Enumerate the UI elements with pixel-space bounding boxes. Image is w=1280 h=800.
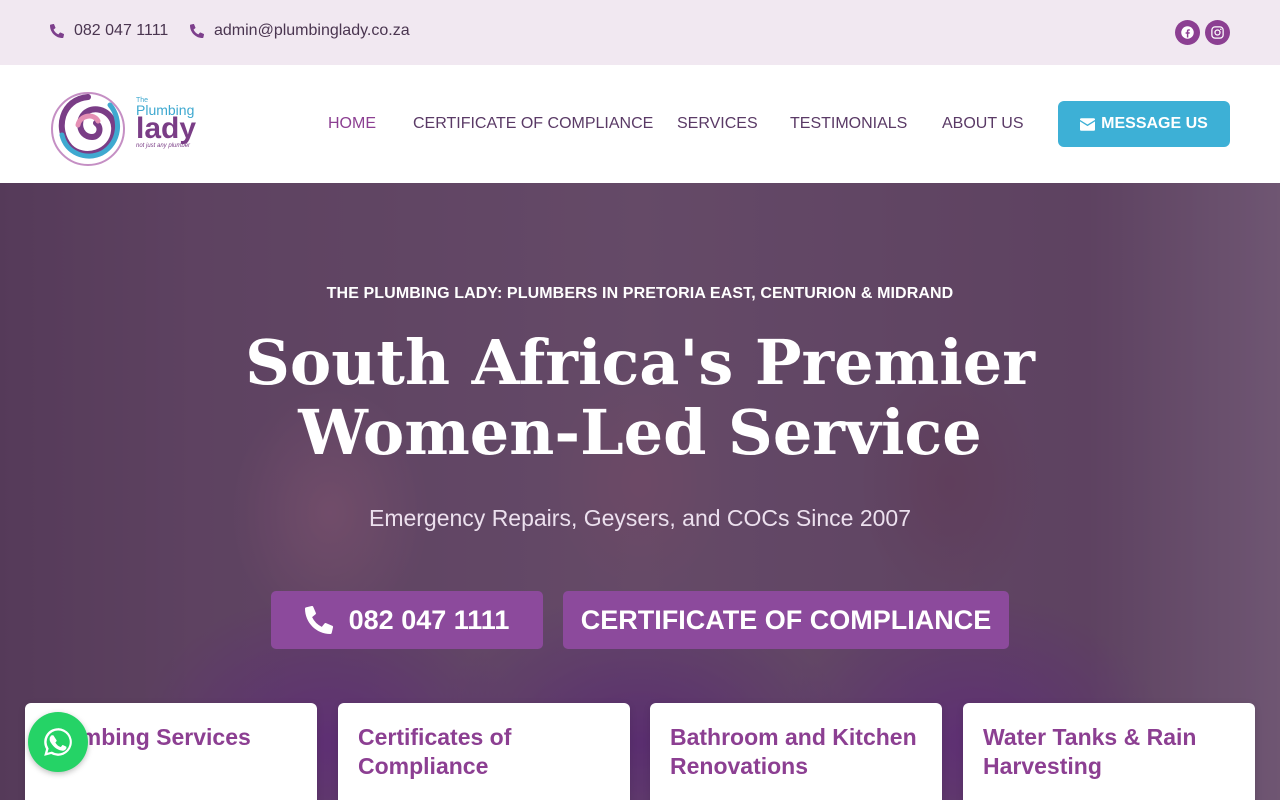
hero-subtitle: Emergency Repairs, Geysers, and COCs Sin… [368, 505, 912, 531]
swirl-logo-icon [51, 92, 125, 166]
nav-home[interactable]: HOME [328, 115, 376, 133]
topbar-email-link[interactable]: admin@plumbinglady.co.za [190, 22, 410, 40]
service-card-title: Certificates of Compliance [358, 724, 512, 779]
facebook-link[interactable] [1175, 20, 1200, 45]
phone-icon [190, 24, 204, 38]
instagram-icon [1211, 26, 1224, 39]
nav-certificate-of-compliance[interactable]: CERTIFICATE OF COMPLIANCE [413, 115, 653, 133]
certificate-button-label: CERTIFICATE OF COMPLIANCE [580, 604, 992, 635]
facebook-icon [1181, 26, 1194, 39]
logo-lady-text: lady [136, 112, 197, 145]
hero-title: South Africa's Premier Women-Led Service [0, 328, 1280, 468]
top-contact-bar: 082 047 1111 admin@plumbinglady.co.za [0, 0, 1280, 65]
call-phone-label: 082 047 1111 [348, 604, 510, 635]
service-card-water-tanks[interactable]: Water Tanks & Rain Harvesting [963, 703, 1255, 800]
message-us-label: MESSAGE US [1101, 115, 1208, 132]
call-phone-button[interactable]: 082 047 1111 [271, 591, 543, 649]
service-card-renovations[interactable]: Bathroom and Kitchen Renovations [650, 703, 942, 800]
service-card-title: Bathroom and Kitchen Renovations [670, 724, 917, 779]
site-logo[interactable]: The Plumbing lady not just any plumber [50, 85, 210, 167]
nav-about-us[interactable]: ABOUT US [942, 115, 1024, 133]
logo-tagline: not just any plumber [136, 143, 191, 149]
service-card-title: Water Tanks & Rain Harvesting [983, 724, 1197, 779]
whatsapp-icon [44, 728, 72, 756]
topbar-email-text: admin@plumbinglady.co.za [214, 22, 410, 39]
topbar-phone-text: 082 047 1111 [74, 22, 169, 39]
hero-title-line-2: Women-Led Service [298, 396, 982, 469]
hero-eyebrow: THE PLUMBING LADY: PLUMBERS IN PRETORIA … [326, 285, 954, 302]
service-card-coc[interactable]: Certificates of Compliance [338, 703, 630, 800]
hero-title-line-1: South Africa's Premier [245, 326, 1035, 399]
phone-icon [50, 24, 64, 38]
nav-testimonials[interactable]: TESTIMONIALS [790, 115, 907, 133]
instagram-link[interactable] [1205, 20, 1230, 45]
envelope-icon [1080, 117, 1096, 131]
phone-icon [304, 606, 333, 634]
site-header: The Plumbing lady not just any plumber H… [0, 65, 1280, 183]
whatsapp-chat-button[interactable] [28, 712, 88, 772]
message-us-button[interactable]: MESSAGE US [1058, 101, 1230, 147]
topbar-phone-link[interactable]: 082 047 1111 [50, 22, 168, 40]
nav-services[interactable]: SERVICES [677, 115, 758, 133]
certificate-of-compliance-button[interactable]: CERTIFICATE OF COMPLIANCE [563, 591, 1009, 649]
